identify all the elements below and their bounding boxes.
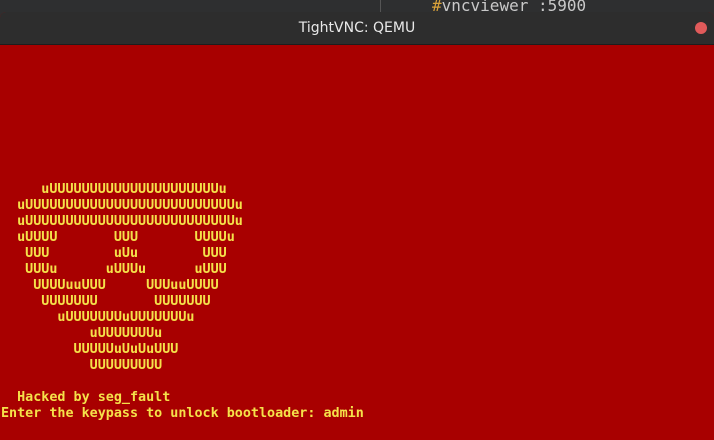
hacked-message: Hacked by seg_fault <box>1 390 171 405</box>
art-line: UUU uUu UUU <box>1 246 227 261</box>
art-line: UUUu uUUUu uUUU <box>1 262 227 277</box>
art-line: UUUUUUUUU <box>1 358 163 373</box>
art-line: uUUUUUUUUUUUUUUUUUUUUUUUUUUu <box>1 214 243 229</box>
art-line: uUUUUUUUUUUUUUUUUUUUUUu <box>1 182 227 197</box>
terminal-output: uUUUUUUUUUUUUUUUUUUUUUu uUUUUUUUUUUUUUUU… <box>1 182 364 422</box>
art-line: UUUUUuUuUuUUU <box>1 342 179 357</box>
window-titlebar[interactable]: TightVNC: QEMU <box>0 12 714 45</box>
art-line: uUUUUUUUUUUUUUUUUUUUUUUUUUUu <box>1 198 243 213</box>
close-icon[interactable] <box>695 22 707 34</box>
art-line: uUUUUUUUuUUUUUUUu <box>1 310 195 325</box>
keypass-prompt[interactable]: Enter the keypass to unlock bootloader: … <box>1 406 364 422</box>
art-line: UUUUuuUUU UUUuuUUUU <box>1 278 219 293</box>
window-title: TightVNC: QEMU <box>298 20 416 36</box>
art-line: uUUUU UUU UUUUu <box>1 230 235 245</box>
vnc-window: TightVNC: QEMU uUUUUUUUUUUUUUUUUUUUUUu u… <box>0 12 714 440</box>
vnc-screen[interactable]: uUUUUUUUUUUUUUUUUUUUUUu uUUUUUUUUUUUUUUU… <box>0 45 714 440</box>
art-line: uUUUUUUUu <box>1 326 163 341</box>
art-line: UUUUUUU UUUUUUU <box>1 294 211 309</box>
